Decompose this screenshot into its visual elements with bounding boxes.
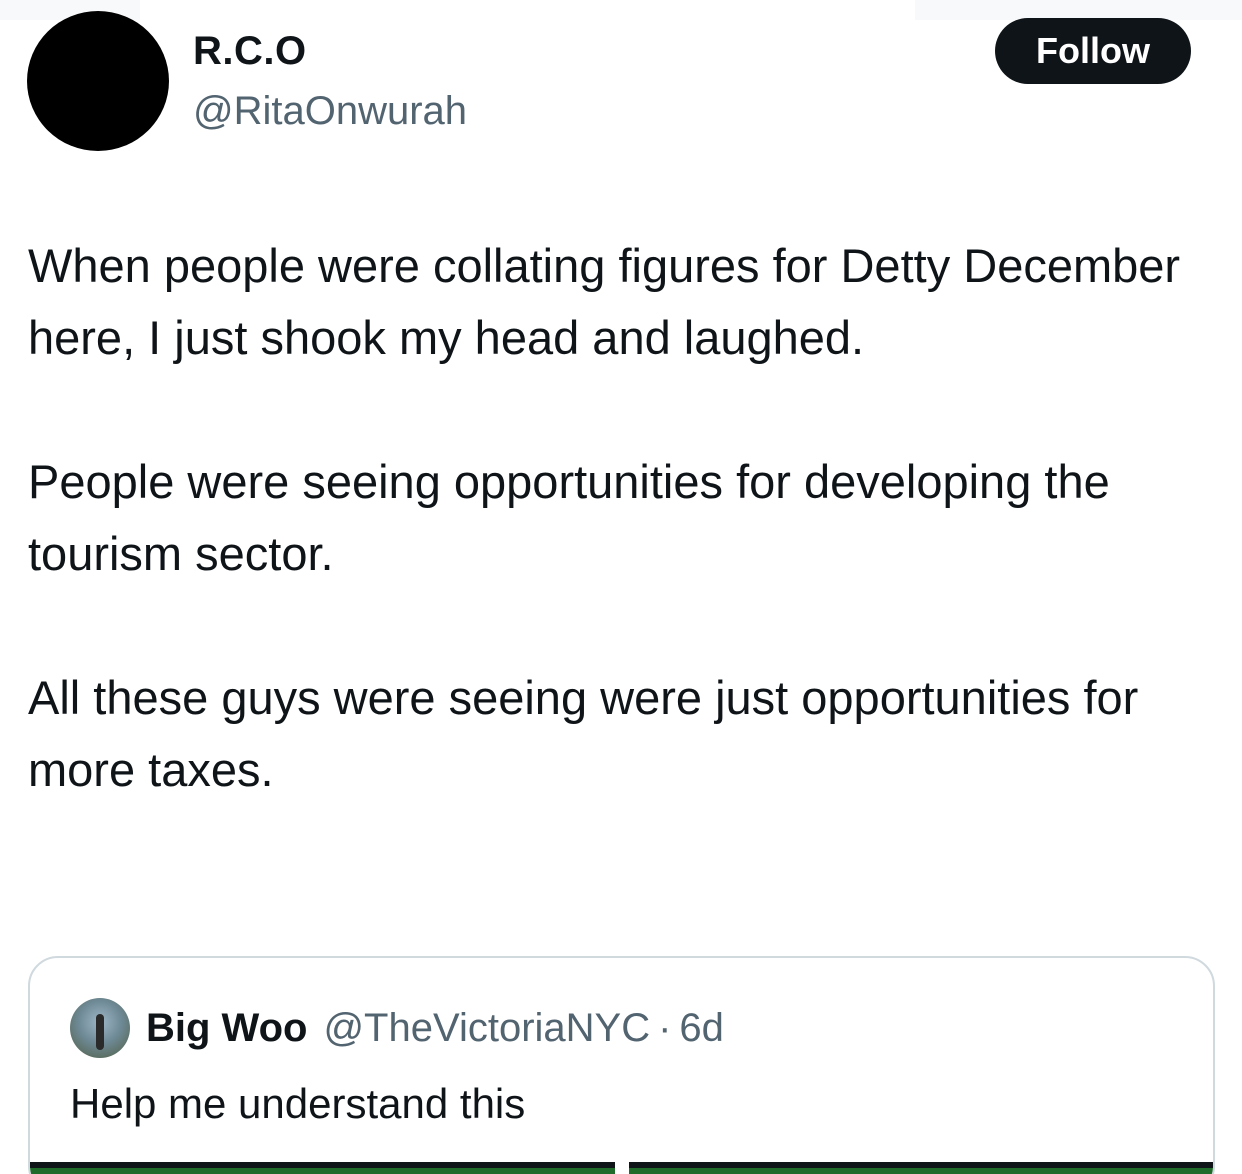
- author-avatar[interactable]: [27, 11, 169, 151]
- quoted-tweet-header: Big Woo @TheVictoriaNYC · 6d: [70, 998, 724, 1058]
- top-edge-shade: [915, 0, 1242, 20]
- tweet-paragraph: People were seeing opportunities for dev…: [28, 455, 1110, 580]
- author-display-name[interactable]: R.C.O: [193, 28, 307, 74]
- quoted-author-avatar[interactable]: [70, 998, 130, 1058]
- dot-separator: ·: [658, 1005, 672, 1050]
- quoted-tweet-card[interactable]: Big Woo @TheVictoriaNYC · 6d Help me und…: [28, 956, 1215, 1174]
- follow-button[interactable]: Follow: [995, 18, 1191, 84]
- quoted-tweet-timestamp[interactable]: 6d: [679, 1006, 724, 1051]
- tweet-body: When people were collating figures for D…: [28, 230, 1218, 878]
- quoted-author-handle[interactable]: @TheVictoriaNYC: [323, 1006, 650, 1051]
- quoted-author-display-name[interactable]: Big Woo: [146, 1006, 307, 1051]
- tweet-paragraph: When people were collating figures for D…: [28, 239, 1181, 364]
- author-handle[interactable]: @RitaOnwurah: [193, 88, 467, 134]
- quoted-tweet-text: Help me understand this: [70, 1080, 526, 1127]
- quoted-media-thumbnail[interactable]: [629, 1162, 1213, 1174]
- quoted-media-thumbnail[interactable]: [30, 1162, 615, 1174]
- tweet-paragraph: All these guys were seeing were just opp…: [28, 671, 1139, 796]
- tweet-view: R.C.O @RitaOnwurah Follow When people we…: [0, 0, 1242, 1174]
